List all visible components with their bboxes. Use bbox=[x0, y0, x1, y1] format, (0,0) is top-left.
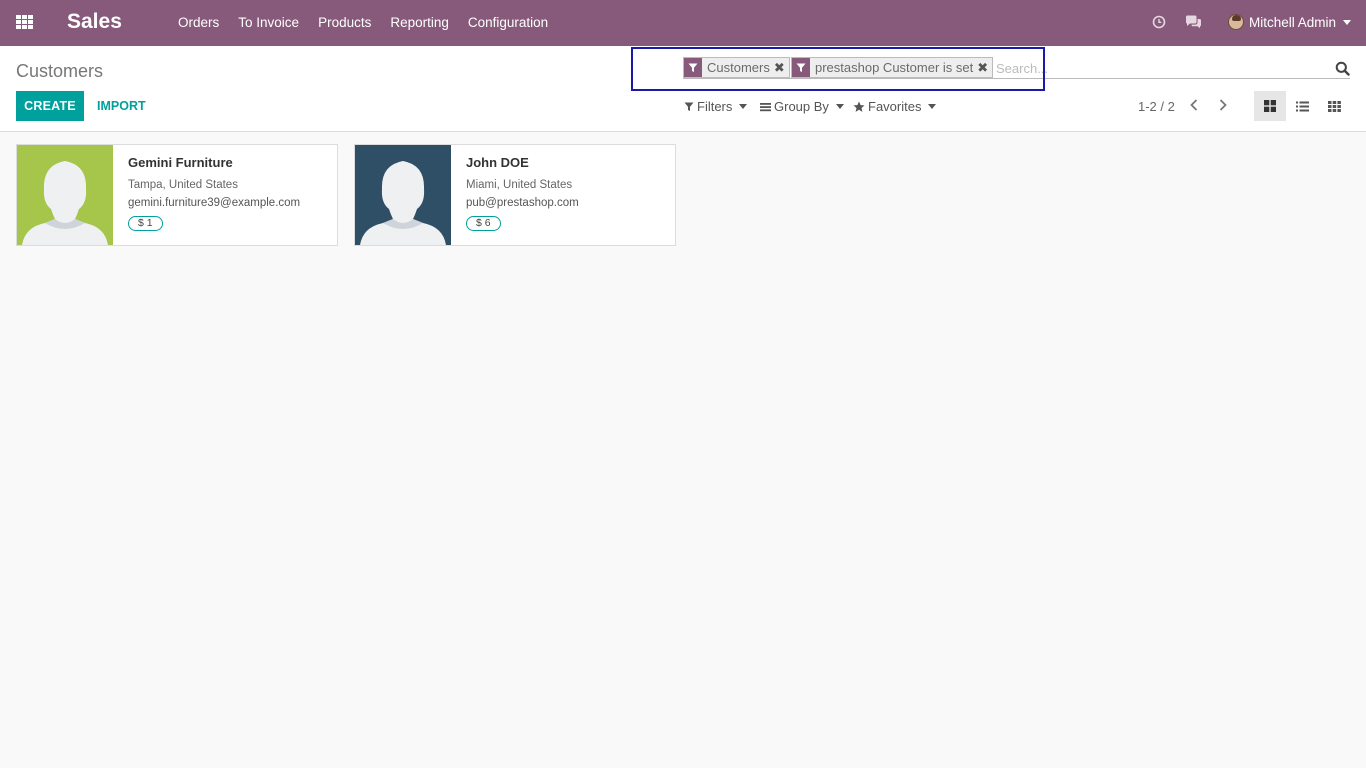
kanban-icon bbox=[1264, 100, 1276, 112]
clock-icon[interactable] bbox=[1152, 15, 1166, 32]
favorites-label: Favorites bbox=[868, 99, 922, 114]
customer-location: Tampa, United States bbox=[128, 179, 238, 191]
grid-view-button[interactable] bbox=[1318, 91, 1350, 121]
menu-item-configuration[interactable]: Configuration bbox=[460, 15, 556, 30]
filters-label: Filters bbox=[697, 99, 733, 114]
list-view-button[interactable] bbox=[1286, 91, 1318, 121]
user-avatar bbox=[1228, 14, 1244, 30]
group-by-label: Group By bbox=[774, 99, 829, 114]
apps-grid-icon[interactable] bbox=[16, 15, 34, 30]
customer-email: gemini.furniture39@example.com bbox=[128, 197, 301, 209]
pager-value[interactable]: 1-2 / 2 bbox=[1138, 99, 1175, 114]
customer-location: Miami, United States bbox=[466, 179, 573, 191]
chevron-down-icon bbox=[1343, 19, 1352, 25]
favorites-dropdown[interactable]: Favorites bbox=[853, 99, 937, 114]
menu-item-reporting[interactable]: Reporting bbox=[382, 15, 457, 30]
sales-count-badge[interactable]: $ 6 bbox=[466, 216, 501, 231]
chevron-down-icon bbox=[835, 104, 844, 109]
list-icon bbox=[1295, 101, 1309, 111]
chevron-left-icon[interactable] bbox=[1189, 98, 1199, 115]
control-panel: Customers CREATE IMPORT Customers ✖ pres… bbox=[0, 46, 1366, 132]
breadcrumb: Customers bbox=[16, 61, 104, 81]
chevron-down-icon bbox=[739, 104, 748, 109]
customer-email: pub@prestashop.com bbox=[466, 197, 579, 209]
chat-icon[interactable] bbox=[1185, 15, 1202, 32]
menu-item-products[interactable]: Products bbox=[310, 15, 379, 30]
search-highlight-box bbox=[631, 47, 1045, 91]
bars-icon bbox=[760, 102, 771, 111]
user-name: Mitchell Admin bbox=[1249, 14, 1337, 30]
search-icon[interactable] bbox=[1335, 61, 1350, 79]
filter-icon bbox=[684, 102, 694, 111]
main-menu: Orders To Invoice Products Reporting Con… bbox=[170, 15, 559, 30]
top-navbar: Sales Orders To Invoice Products Reporti… bbox=[0, 0, 1366, 46]
menu-item-orders[interactable]: Orders bbox=[170, 15, 227, 30]
chevron-down-icon bbox=[928, 104, 937, 109]
avatar bbox=[355, 145, 451, 245]
star-icon bbox=[853, 101, 865, 112]
kanban-card[interactable]: John DOE Miami, United States pub@presta… bbox=[354, 144, 676, 246]
chevron-right-icon[interactable] bbox=[1218, 98, 1228, 115]
filters-dropdown[interactable]: Filters bbox=[684, 99, 748, 114]
group-by-dropdown[interactable]: Group By bbox=[760, 99, 844, 114]
table-icon bbox=[1327, 100, 1341, 112]
app-title[interactable]: Sales bbox=[67, 10, 122, 34]
import-button[interactable]: IMPORT bbox=[97, 99, 146, 113]
create-button[interactable]: CREATE bbox=[16, 91, 84, 121]
avatar bbox=[17, 145, 113, 245]
search-input[interactable] bbox=[996, 59, 1326, 77]
customer-name: Gemini Furniture bbox=[128, 155, 233, 170]
sales-count-badge[interactable]: $ 1 bbox=[128, 216, 163, 231]
user-menu[interactable]: Mitchell Admin bbox=[1228, 14, 1352, 30]
customer-name: John DOE bbox=[466, 155, 529, 170]
menu-item-to-invoice[interactable]: To Invoice bbox=[230, 15, 307, 30]
kanban-view-button[interactable] bbox=[1254, 91, 1286, 121]
kanban-card[interactable]: Gemini Furniture Tampa, United States ge… bbox=[16, 144, 338, 246]
